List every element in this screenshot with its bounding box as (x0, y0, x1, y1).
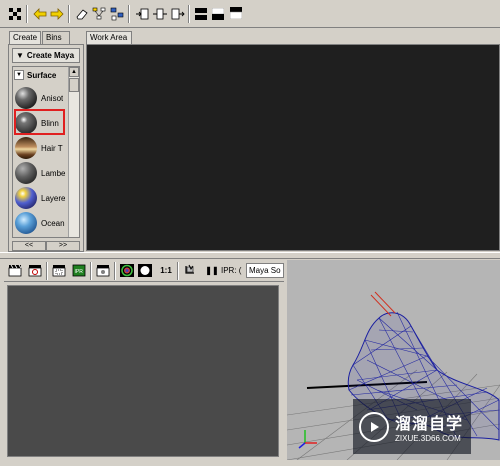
triangle-down-icon: ▼ (16, 51, 24, 60)
render-region-icon[interactable] (51, 263, 67, 278)
render-view: IPR 1:1 ❚❚ IPR: ( Maya So (4, 260, 284, 460)
main-toolbar (0, 0, 500, 28)
render-camera-dropdown[interactable]: Maya So (246, 263, 284, 278)
toolbar-separator (68, 5, 70, 23)
work-area[interactable] (86, 44, 500, 251)
ipr-label: IPR: ( (221, 266, 242, 275)
swatch-ocean[interactable]: Ocean (15, 211, 67, 235)
tab-bins[interactable]: Bins (42, 31, 70, 45)
scroll-up-arrow[interactable]: ▲ (69, 67, 79, 77)
swatch-ball (15, 137, 37, 159)
checkerboard-icon[interactable] (7, 6, 23, 22)
graph-select-icon[interactable] (109, 6, 125, 22)
keep-image-icon[interactable] (182, 263, 198, 278)
watermark-url: ZIXUE.3D66.COM (395, 434, 461, 443)
arrow-right-icon[interactable] (49, 6, 65, 22)
scroll-thumb[interactable] (69, 78, 79, 92)
ipr-render-icon[interactable]: IPR (71, 263, 87, 278)
pause-icon[interactable]: ❚❚ (204, 263, 220, 278)
create-maya-button[interactable]: ▼ Create Maya (12, 48, 80, 63)
scroll-next-button[interactable]: >> (46, 241, 80, 251)
render-settings-icon[interactable] (95, 263, 111, 278)
tab-create[interactable]: Create (9, 31, 41, 45)
swatch-scrollbar[interactable]: ▲ (68, 67, 79, 237)
real-size-button[interactable]: 1:1 (157, 263, 175, 278)
watermark: 溜溜自学 ZIXUE.3D66.COM (353, 399, 471, 454)
toolbar-separator (114, 262, 116, 280)
toolbar-separator (188, 5, 190, 23)
swatch-lambert[interactable]: Lambe (15, 161, 67, 185)
tab-work-area[interactable]: Work Area (86, 31, 132, 45)
swatch-hair-tube[interactable]: Hair T (15, 136, 67, 160)
play-logo-icon (359, 411, 389, 442)
graph-network-icon[interactable] (91, 6, 107, 22)
swatch-label: Hair T (41, 143, 63, 153)
input-connections-icon[interactable] (134, 6, 150, 22)
layout-split-icon[interactable] (193, 6, 209, 22)
toolbar-separator (46, 262, 48, 280)
scroll-prev-button[interactable]: << (12, 241, 46, 251)
swatch-label: Ocean (41, 218, 65, 228)
collapse-icon[interactable]: ▼ (14, 70, 24, 80)
eraser-icon[interactable] (74, 6, 90, 22)
toolbar-separator (177, 262, 179, 280)
arrow-left-icon[interactable] (32, 6, 48, 22)
swatch-ball (15, 212, 37, 234)
io-connections-icon[interactable] (152, 6, 168, 22)
axis-indicator-icon (298, 430, 317, 449)
toolbar-separator (90, 262, 92, 280)
selection-highlight (14, 109, 65, 135)
svg-text:IPR: IPR (75, 269, 84, 275)
render-image-area[interactable] (7, 285, 279, 457)
layout-top-icon[interactable] (228, 5, 244, 21)
swatch-ball (15, 162, 37, 184)
alpha-channel-icon[interactable] (137, 263, 153, 278)
swatch-anisotropic[interactable]: Anisot (15, 86, 67, 110)
clapboard-icon[interactable] (7, 263, 23, 278)
swatch-scroll-bar: << >> (12, 241, 80, 251)
surface-list: ▼ Surface ▲ Anisot Blinn Hair T Lambe La… (12, 66, 80, 238)
layout-bottom-icon[interactable] (210, 6, 226, 22)
swatch-ball (15, 87, 37, 109)
surface-header[interactable]: ▼ Surface (14, 68, 66, 82)
swatch-label: Anisot (41, 93, 64, 103)
toolbar-separator (128, 5, 130, 23)
swatch-label: Lambe (41, 168, 66, 178)
rerender-icon[interactable] (27, 263, 43, 278)
toolbar-separator (26, 5, 28, 23)
render-toolbar: IPR 1:1 ❚❚ IPR: ( Maya So (4, 260, 284, 282)
create-maya-label: Create Maya (26, 51, 75, 60)
watermark-brand: 溜溜自学 (395, 416, 464, 433)
rgb-channels-icon[interactable] (119, 263, 135, 278)
swatch-label: Layere (41, 193, 66, 203)
surface-label: Surface (27, 70, 57, 80)
swatch-layered[interactable]: Layere (15, 186, 67, 210)
panel-splitter[interactable] (0, 252, 500, 259)
swatch-ball (15, 187, 37, 209)
output-connections-icon[interactable] (170, 6, 186, 22)
